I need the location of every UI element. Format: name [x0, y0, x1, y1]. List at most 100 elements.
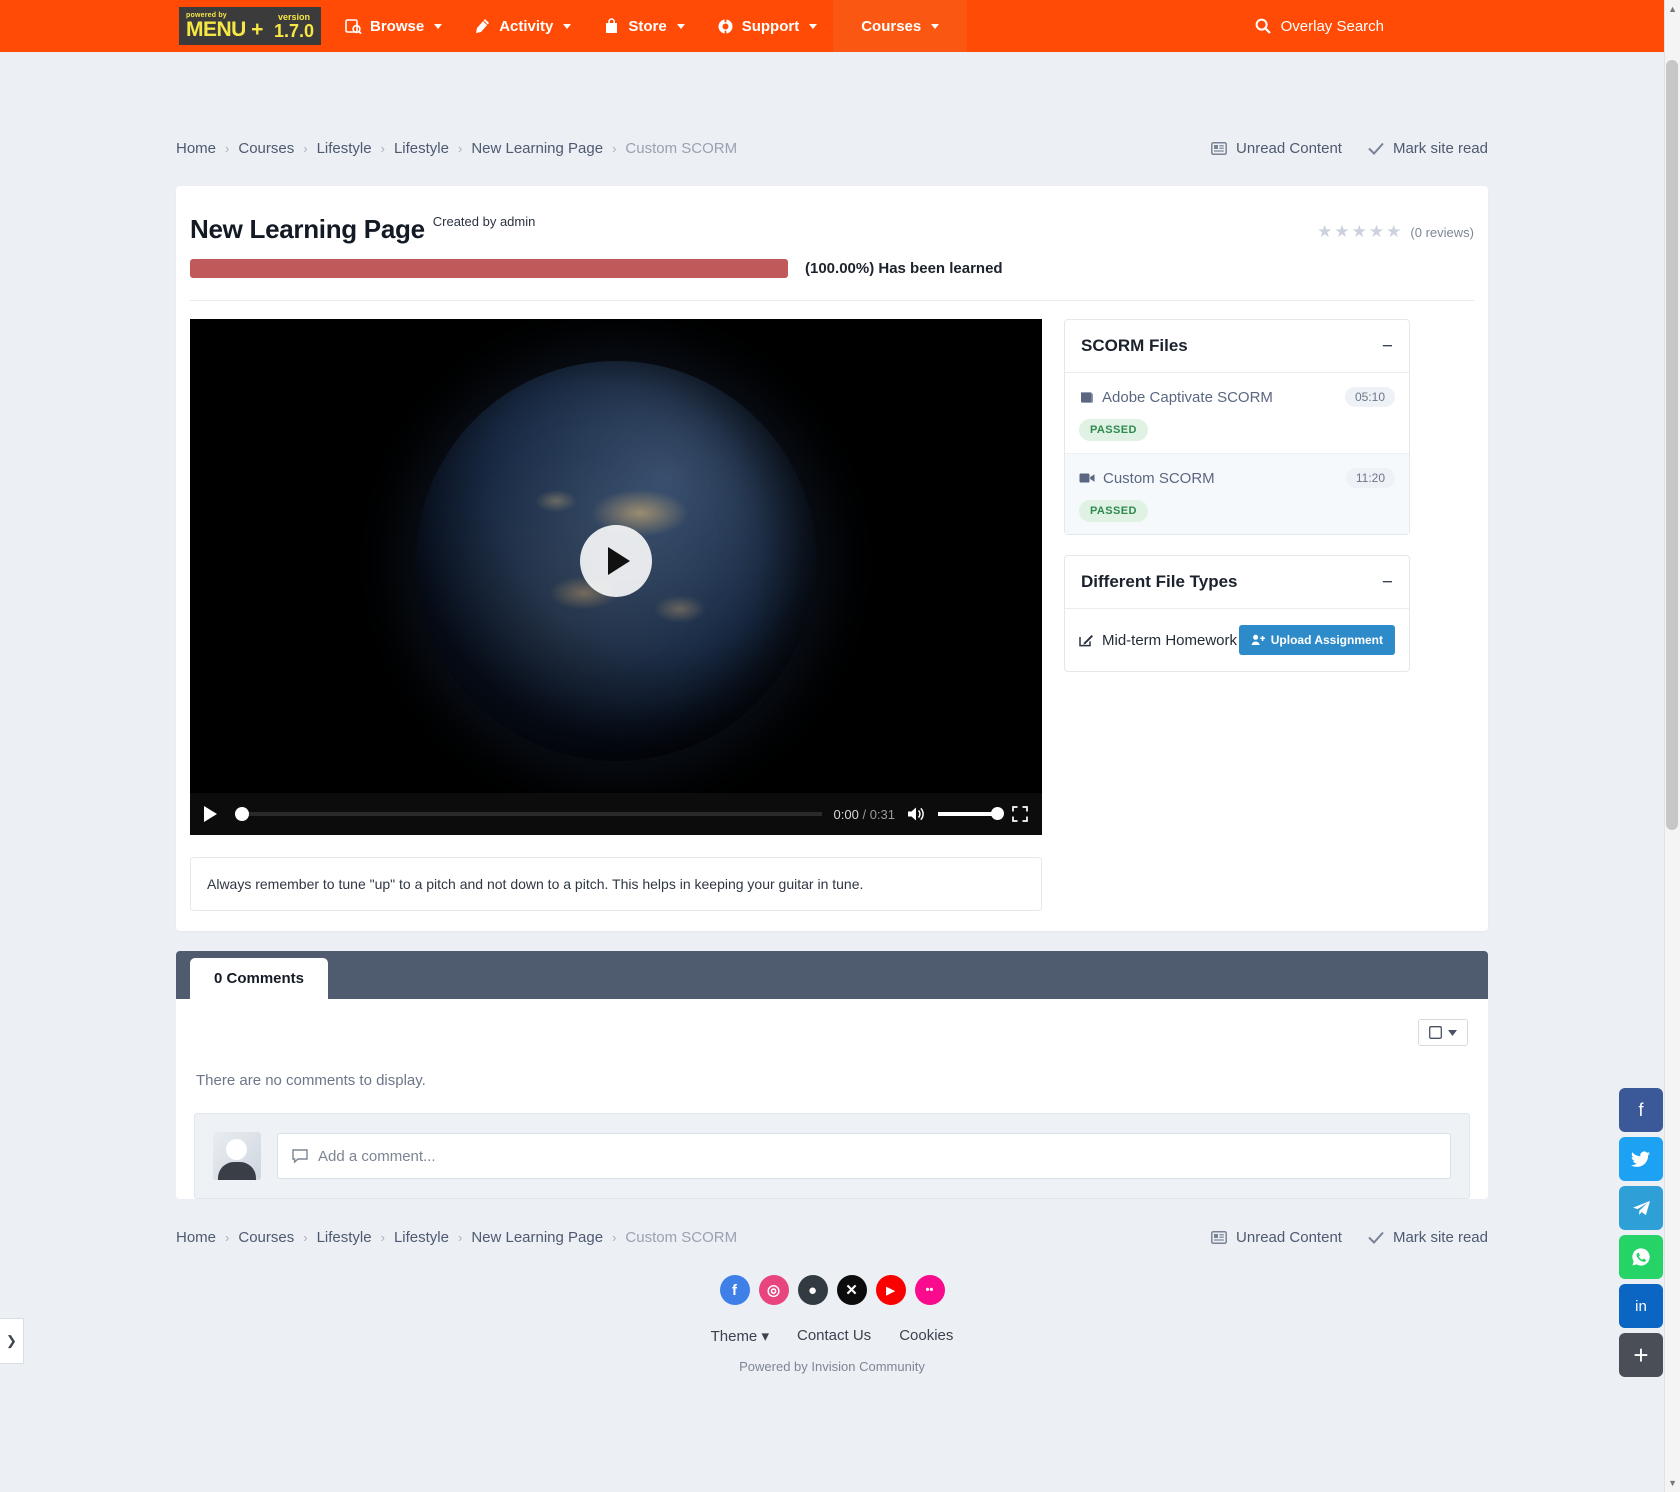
chevron-down-icon: [931, 23, 940, 29]
scroll-down-arrow[interactable]: ▼: [1668, 1478, 1677, 1488]
tab-comments[interactable]: 0 Comments: [190, 958, 329, 999]
avatar[interactable]: [213, 1132, 261, 1180]
star-icon[interactable]: ★: [1386, 222, 1401, 242]
logo-menu-label: MENU +: [186, 18, 263, 41]
footer-mark-site-read-label: Mark site read: [1392, 1228, 1488, 1246]
scorm-file-link[interactable]: Custom SCORM: [1079, 470, 1215, 487]
page-scrollbar[interactable]: ▲ ▼: [1664, 0, 1680, 1492]
comment-filter-dropdown[interactable]: [1418, 1019, 1468, 1046]
flickr-icon[interactable]: ••: [914, 1275, 945, 1305]
breadcrumb-lifestyle-2[interactable]: Lifestyle: [394, 140, 449, 157]
page-author: Created by admin: [432, 214, 536, 229]
comment-composer: Add a comment...: [194, 1113, 1470, 1199]
share-twitter-button[interactable]: [1619, 1137, 1663, 1181]
seek-handle[interactable]: [235, 807, 249, 821]
youtube-icon[interactable]: ▶: [875, 1275, 906, 1305]
share-telegram-button[interactable]: [1619, 1186, 1663, 1230]
nav-item-store[interactable]: Store: [587, 0, 700, 52]
share-linkedin-button[interactable]: in: [1619, 1284, 1663, 1328]
share-facebook-glyph: f: [1638, 1099, 1644, 1120]
scroll-up-arrow[interactable]: ▲: [1668, 4, 1677, 14]
instagram-icon[interactable]: ◎: [758, 1275, 789, 1305]
play-button[interactable]: [204, 806, 217, 822]
video-player[interactable]: 0:00 / 0:31: [190, 319, 1042, 835]
volume-handle[interactable]: [991, 807, 1004, 820]
facebook-icon[interactable]: f: [719, 1275, 750, 1305]
contact-us-link[interactable]: Contact Us: [797, 1327, 871, 1345]
powered-by-text: Powered by Invision Community: [739, 1359, 925, 1374]
breadcrumb-separator: ›: [380, 1229, 385, 1245]
upload-assignment-button[interactable]: Upload Assignment: [1238, 625, 1395, 655]
footer-breadcrumb-courses[interactable]: Courses: [238, 1229, 294, 1246]
star-icon[interactable]: ★: [1317, 222, 1332, 242]
seek-bar[interactable]: [235, 807, 822, 821]
nav-item-courses[interactable]: Courses: [833, 0, 968, 52]
chevron-down-icon: [563, 23, 572, 29]
share-linkedin-glyph: in: [1635, 1297, 1647, 1315]
star-icon[interactable]: ★: [1334, 222, 1349, 242]
breadcrumb-courses[interactable]: Courses: [238, 140, 294, 157]
star-icon[interactable]: ★: [1352, 222, 1367, 242]
nav-item-browse[interactable]: Browse: [329, 0, 458, 52]
scorm-file-duration: 11:20: [1345, 468, 1395, 488]
volume-slider[interactable]: [938, 807, 1004, 820]
support-icon: [717, 18, 734, 35]
footer-breadcrumb-home[interactable]: Home: [176, 1229, 216, 1246]
comment-bubble-icon: [292, 1149, 308, 1163]
left-flyout-toggle[interactable]: ❯: [0, 1318, 24, 1364]
footer-breadcrumb-lifestyle-2[interactable]: Lifestyle: [394, 1229, 449, 1246]
breadcrumb-bar: Home › Courses › Lifestyle › Lifestyle › New…: [176, 128, 1488, 168]
minus-icon[interactable]: −: [1382, 337, 1393, 356]
chevron-down-icon: [809, 23, 818, 29]
video-icon: [1079, 472, 1095, 484]
share-facebook-button[interactable]: f: [1619, 1088, 1663, 1132]
breadcrumb-lifestyle-1[interactable]: Lifestyle: [317, 140, 372, 157]
star-icon[interactable]: ★: [1369, 222, 1384, 242]
nav-label-courses: Courses: [861, 17, 922, 35]
github-glyph: ●: [807, 1281, 818, 1299]
unread-content-icon: [1211, 141, 1227, 155]
github-icon[interactable]: ●: [797, 1275, 828, 1305]
nav-item-activity[interactable]: Activity: [458, 0, 587, 52]
fullscreen-icon[interactable]: [1012, 806, 1028, 822]
overlay-search-button[interactable]: Overlay Search: [1255, 18, 1384, 35]
mark-site-read-button[interactable]: Mark site read: [1368, 140, 1488, 157]
progress-bar: [190, 259, 788, 278]
play-overlay-button[interactable]: [580, 525, 652, 597]
x-twitter-icon[interactable]: ✕: [836, 1275, 867, 1305]
logo-version: version 1.7.0: [274, 12, 314, 40]
footer-breadcrumb-new-learning-page[interactable]: New Learning Page: [471, 1229, 603, 1246]
breadcrumb-separator: ›: [303, 1229, 308, 1245]
footer-breadcrumb-lifestyle-1[interactable]: Lifestyle: [317, 1229, 372, 1246]
star-rating[interactable]: ★ ★ ★ ★ ★: [1317, 222, 1401, 242]
footer-mark-site-read-button[interactable]: Mark site read: [1368, 1229, 1488, 1246]
add-comment-input[interactable]: Add a comment...: [277, 1133, 1451, 1179]
file-types-title: Different File Types: [1081, 572, 1238, 591]
breadcrumb-new-learning-page[interactable]: New Learning Page: [471, 140, 603, 157]
cookies-link[interactable]: Cookies: [899, 1327, 953, 1345]
scorm-file-link[interactable]: Adobe Captivate SCORM: [1079, 389, 1273, 406]
unread-content-button[interactable]: Unread Content: [1211, 140, 1342, 157]
nav-label-support: Support: [741, 17, 800, 35]
breadcrumb-home[interactable]: Home: [176, 140, 216, 157]
footer-breadcrumb-bar: Home › Courses › Lifestyle › Lifestyle › New…: [176, 1213, 1488, 1261]
volume-icon[interactable]: [907, 806, 926, 822]
browse-icon: [345, 18, 362, 35]
search-icon: [1255, 18, 1271, 34]
footer-breadcrumb: Home › Courses › Lifestyle › Lifestyle › New…: [176, 1229, 737, 1246]
instagram-glyph: ◎: [766, 1282, 781, 1299]
share-more-glyph: +: [1633, 1339, 1649, 1370]
different-file-types-panel: Different File Types − Mid-term Homework: [1064, 555, 1410, 672]
share-whatsapp-button[interactable]: [1619, 1235, 1663, 1279]
file-type-row: Mid-term Homework Upload Assignment: [1065, 609, 1409, 671]
theme-selector[interactable]: Theme ▾: [711, 1327, 769, 1345]
scrollbar-thumb[interactable]: [1666, 60, 1678, 830]
video-column: 0:00 / 0:31 Always remember to tune "up"…: [190, 319, 1042, 911]
minus-icon[interactable]: −: [1382, 573, 1393, 592]
share-more-button[interactable]: +: [1619, 1333, 1663, 1377]
nav-item-support[interactable]: Support: [701, 0, 834, 52]
homework-item: Mid-term Homework: [1079, 632, 1237, 649]
breadcrumb: Home › Courses › Lifestyle › Lifestyle › New…: [176, 140, 737, 157]
menu-plus-logo[interactable]: powered by MENU + version 1.7.0: [179, 7, 321, 45]
footer-unread-content-button[interactable]: Unread Content: [1211, 1229, 1342, 1246]
